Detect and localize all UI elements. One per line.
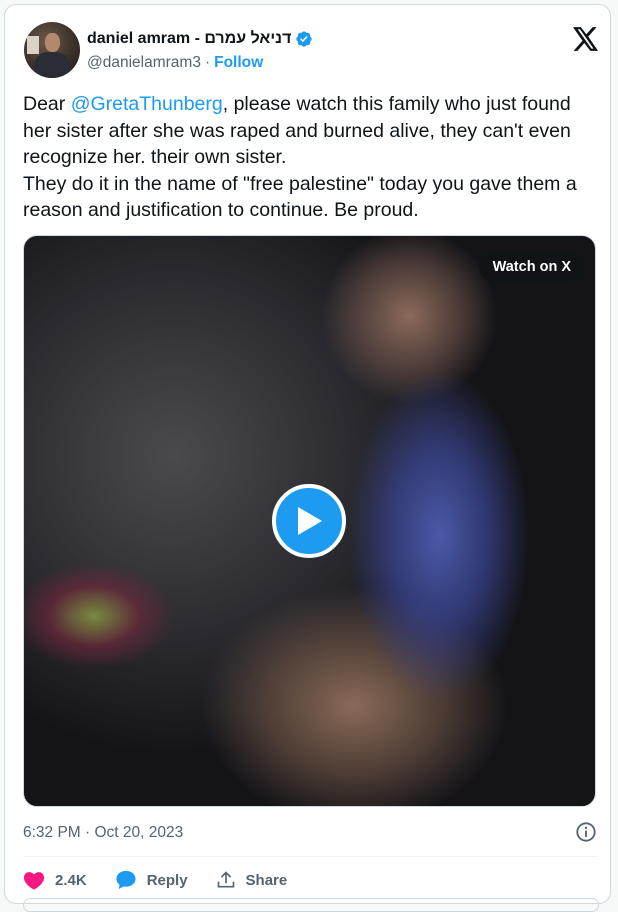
avatar[interactable] <box>24 22 80 78</box>
timestamp-row: 6:32 PM · Oct 20, 2023 <box>23 821 597 847</box>
share-label: Share <box>245 871 288 889</box>
author-handle[interactable]: @danielamram3 <box>87 54 201 72</box>
info-icon[interactable] <box>575 821 597 843</box>
follow-button[interactable]: Follow <box>214 54 263 72</box>
play-icon <box>298 507 322 535</box>
watch-on-x-button[interactable]: Watch on X <box>478 251 585 283</box>
reply-label: Reply <box>146 871 188 889</box>
x-logo-icon[interactable] <box>573 27 599 51</box>
share-icon <box>217 871 234 888</box>
tweet-card: daniel amram - דניאל עמרם @danielamram3 … <box>4 4 611 912</box>
avatar-poster-shape <box>27 36 39 54</box>
avatar-body-shape <box>34 52 70 78</box>
share-button[interactable]: Share <box>216 870 288 890</box>
action-bar: 2.4K Reply Share <box>23 865 315 895</box>
tweet-timestamp[interactable]: 6:32 PM · Oct 20, 2023 <box>23 824 183 842</box>
like-button[interactable]: 2.4K <box>23 870 87 890</box>
author-display-name[interactable]: daniel amram - דניאל עמרם <box>87 30 291 48</box>
video-thumbnail[interactable]: Watch on X <box>23 235 596 807</box>
verified-badge-icon <box>296 31 313 47</box>
tweet-text: Dear @GretaThunberg, please watch this f… <box>23 91 603 224</box>
heart-icon <box>23 872 45 890</box>
separator-dot: · <box>204 54 211 71</box>
tweet-text-lead: Dear <box>23 93 71 115</box>
play-button[interactable] <box>272 484 346 558</box>
divider <box>23 856 597 857</box>
avatar-face-shape <box>45 33 60 52</box>
read-replies-bar[interactable] <box>23 898 599 912</box>
like-count: 2.4K <box>55 871 87 889</box>
mention-link[interactable]: @GretaThunberg <box>71 93 223 115</box>
author-handle-row: @danielamram3 · Follow <box>87 54 263 72</box>
reply-bubble-icon <box>116 870 136 890</box>
author-name-row: daniel amram - דניאל עמרם <box>87 27 313 51</box>
reply-button[interactable]: Reply <box>115 870 188 890</box>
